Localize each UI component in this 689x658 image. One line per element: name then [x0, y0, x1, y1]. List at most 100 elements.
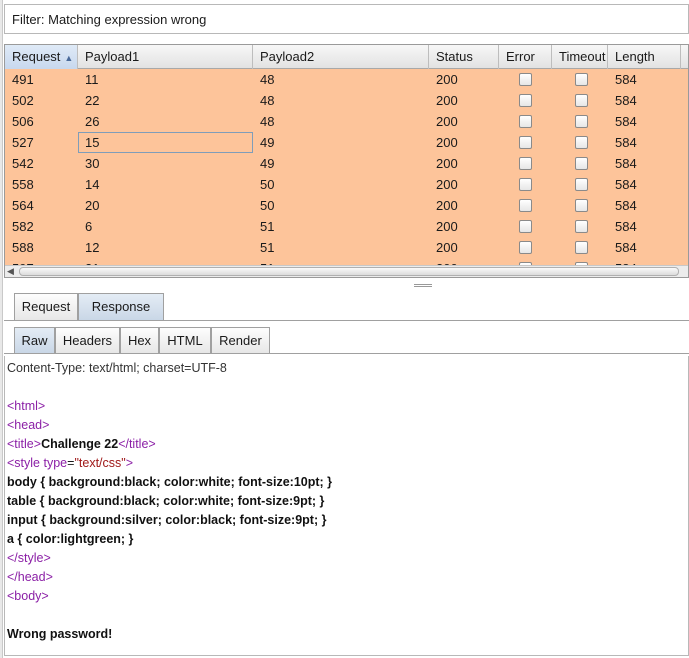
error-checkbox[interactable] — [519, 220, 532, 233]
table-row[interactable]: 588 12 51 200 584 — [5, 237, 688, 258]
response-raw-view[interactable]: Content-Type: text/html; charset=UTF-8 <… — [4, 356, 689, 656]
cell-payload1: 11 — [85, 72, 99, 87]
tab-request[interactable]: Request — [14, 293, 78, 321]
column-header-request[interactable]: Request ▲ — [5, 45, 78, 69]
cell-length: 584 — [615, 114, 637, 129]
tab-response[interactable]: Response — [78, 293, 164, 321]
table-row[interactable]: 558 14 50 200 584 — [5, 174, 688, 195]
timeout-checkbox[interactable] — [575, 199, 588, 212]
cell-status: 200 — [436, 177, 458, 192]
cell-request: 582 — [12, 219, 34, 234]
tab-headers[interactable]: Headers — [55, 327, 120, 354]
error-checkbox[interactable] — [519, 115, 532, 128]
column-header-comment[interactable]: C — [681, 45, 688, 69]
error-checkbox[interactable] — [519, 241, 532, 254]
cell-status: 200 — [436, 198, 458, 213]
pane-splitter[interactable] — [0, 282, 689, 290]
column-header-length[interactable]: Length — [608, 45, 681, 69]
column-header-payload1[interactable]: Payload1 — [78, 45, 253, 69]
cell-payload1: 6 — [85, 219, 93, 234]
column-header-error[interactable]: Error — [499, 45, 552, 69]
results-table: Request ▲ Payload1 Payload2 Status Error … — [4, 44, 689, 278]
error-checkbox[interactable] — [519, 94, 532, 107]
filter-label: Filter: Matching expression wrong — [12, 12, 207, 27]
title-close-tag: </title> — [118, 437, 156, 451]
tabs-divider — [4, 320, 689, 321]
table-row[interactable]: 582 6 51 200 584 — [5, 216, 688, 237]
cell-length: 584 — [615, 198, 637, 213]
filter-bar[interactable]: Filter: Matching expression wrong — [4, 4, 689, 34]
timeout-checkbox[interactable] — [575, 94, 588, 107]
tab-raw[interactable]: Raw — [14, 327, 55, 354]
style-type-value: "text/css" — [74, 456, 126, 470]
tab-render[interactable]: Render — [211, 327, 270, 354]
timeout-checkbox[interactable] — [575, 73, 588, 86]
error-checkbox[interactable] — [519, 199, 532, 212]
cell-status: 200 — [436, 240, 458, 255]
cell-length: 584 — [615, 156, 637, 171]
cell-status: 200 — [436, 219, 458, 234]
error-checkbox[interactable] — [519, 73, 532, 86]
cell-payload2: 48 — [260, 93, 275, 108]
cell-payload2: 51 — [260, 240, 275, 255]
cell-request: 502 — [12, 93, 34, 108]
cell-status: 200 — [436, 72, 458, 87]
cell-payload2: 48 — [260, 114, 275, 129]
splitter-grip-icon[interactable] — [414, 284, 432, 287]
css-line-input: input { background:silver; color:black; … — [7, 513, 327, 527]
horizontal-scrollbar[interactable]: ◀ — [5, 265, 688, 277]
table-row[interactable]: 564 20 50 200 584 — [5, 195, 688, 216]
cell-request: 558 — [12, 177, 34, 192]
cell-payload2: 51 — [260, 219, 275, 234]
table-row[interactable]: 527 15 49 200 584 — [5, 132, 688, 153]
cell-payload1: 20 — [85, 198, 100, 213]
title-open-tag: <title> — [7, 437, 42, 451]
cell-request: 588 — [12, 240, 34, 255]
timeout-checkbox[interactable] — [575, 178, 588, 191]
column-header-status[interactable]: Status — [429, 45, 499, 69]
column-header-payload2[interactable]: Payload2 — [253, 45, 429, 69]
cell-payload2: 48 — [260, 72, 275, 87]
cell-payload2: 49 — [260, 135, 275, 150]
error-checkbox[interactable] — [519, 136, 532, 149]
scroll-left-arrow-icon[interactable]: ◀ — [7, 266, 14, 277]
content-type-header: Content-Type: text/html; charset=UTF-8 — [7, 361, 227, 375]
table-row[interactable]: 491 11 48 200 584 — [5, 69, 688, 90]
table-row[interactable]: 502 22 48 200 584 — [5, 90, 688, 111]
style-type-attr: type — [43, 456, 68, 470]
css-line-link: a { color:lightgreen; } — [7, 532, 134, 546]
timeout-checkbox[interactable] — [575, 241, 588, 254]
table-row[interactable]: 506 26 48 200 584 — [5, 111, 688, 132]
title-text: Challenge 22 — [41, 437, 119, 451]
css-line-body: body { background:black; color:white; fo… — [7, 475, 333, 489]
timeout-checkbox[interactable] — [575, 136, 588, 149]
cell-request: 564 — [12, 198, 34, 213]
tab-html[interactable]: HTML — [159, 327, 211, 354]
window-left-edge — [0, 0, 3, 658]
column-header-timeout[interactable]: Timeout — [552, 45, 608, 69]
head-open-tag: <head> — [7, 418, 50, 432]
html-open-tag: <html> — [7, 399, 46, 413]
timeout-checkbox[interactable] — [575, 220, 588, 233]
tab-hex[interactable]: Hex — [120, 327, 159, 354]
cell-length: 584 — [615, 135, 637, 150]
style-open-line: <style type="text/css"> — [7, 456, 134, 470]
error-checkbox[interactable] — [519, 157, 532, 170]
cell-request: 491 — [12, 72, 34, 87]
cell-request: 542 — [12, 156, 34, 171]
cell-request: 506 — [12, 114, 34, 129]
error-checkbox[interactable] — [519, 178, 532, 191]
timeout-checkbox[interactable] — [575, 157, 588, 170]
cell-length: 584 — [615, 177, 637, 192]
style-close-tag: </style> — [7, 551, 51, 565]
style-open-end: > — [125, 456, 134, 470]
table-row[interactable]: 542 30 49 200 584 — [5, 153, 688, 174]
cell-length: 584 — [615, 72, 637, 87]
scrollbar-thumb[interactable] — [19, 267, 679, 276]
cell-length: 584 — [615, 240, 637, 255]
head-close-tag: </head> — [7, 570, 53, 584]
timeout-checkbox[interactable] — [575, 115, 588, 128]
cell-payload1: 14 — [85, 177, 100, 192]
